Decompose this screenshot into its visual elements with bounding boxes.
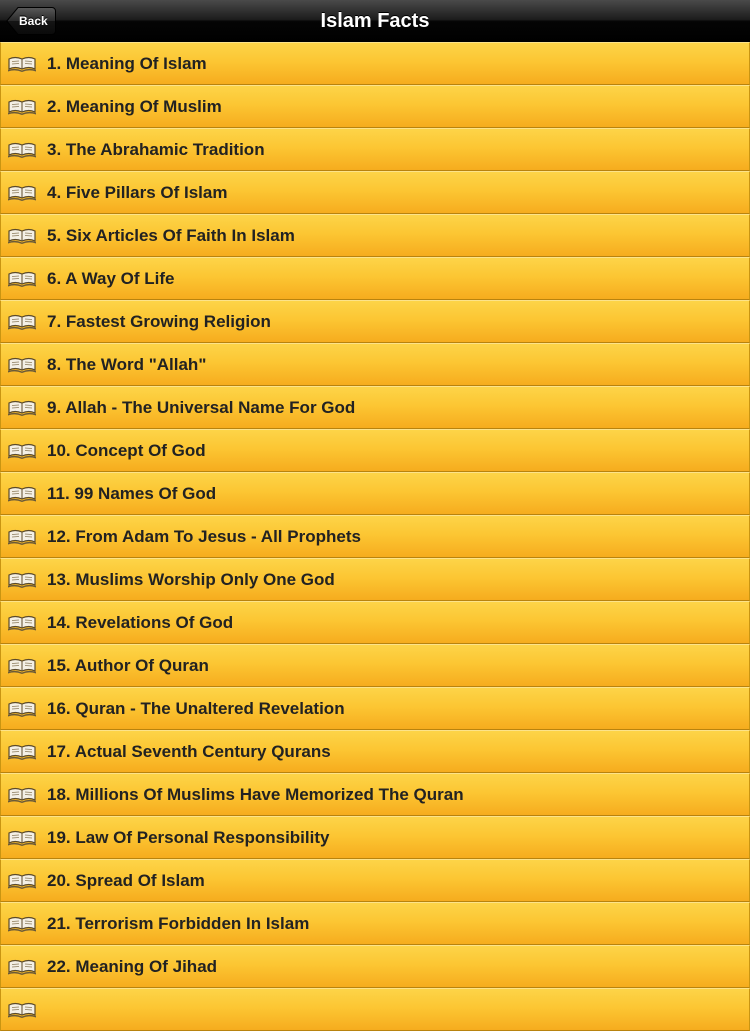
open-book-icon xyxy=(8,56,36,72)
list-item-label: 6. A Way Of Life xyxy=(47,269,175,288)
list-item-label: 7. Fastest Growing Religion xyxy=(47,312,271,331)
open-book-icon xyxy=(8,830,36,846)
open-book-icon xyxy=(8,99,36,115)
open-book-icon xyxy=(8,1002,36,1018)
list-item-13[interactable]: 13. Muslims Worship Only One God xyxy=(0,558,750,601)
list-item-3[interactable]: 3. The Abrahamic Tradition xyxy=(0,128,750,171)
list-item-label: 8. The Word "Allah" xyxy=(47,355,207,374)
list-item-12[interactable]: 12. From Adam To Jesus - All Prophets xyxy=(0,515,750,558)
list-item-1[interactable]: 1. Meaning Of Islam xyxy=(0,42,750,85)
open-book-icon xyxy=(8,615,36,631)
list-item-18[interactable]: 18. Millions Of Muslims Have Memorized T… xyxy=(0,773,750,816)
open-book-icon xyxy=(8,959,36,975)
list-item-21[interactable]: 21. Terrorism Forbidden In Islam xyxy=(0,902,750,945)
open-book-icon xyxy=(8,744,36,760)
list-item-label: 16. Quran - The Unaltered Revelation xyxy=(47,699,345,718)
list-item-11[interactable]: 11. 99 Names Of God xyxy=(0,472,750,515)
open-book-icon xyxy=(8,271,36,287)
list-item-22[interactable]: 22. Meaning Of Jihad xyxy=(0,945,750,988)
list-item-9[interactable]: 9. Allah - The Universal Name For God xyxy=(0,386,750,429)
list-item-8[interactable]: 8. The Word "Allah" xyxy=(0,343,750,386)
open-book-icon xyxy=(8,357,36,373)
list-item-label: 3. The Abrahamic Tradition xyxy=(47,140,265,159)
open-book-icon xyxy=(8,228,36,244)
open-book-icon xyxy=(8,142,36,158)
open-book-icon xyxy=(8,185,36,201)
page-title: Islam Facts xyxy=(320,10,430,32)
open-book-icon xyxy=(8,529,36,545)
list-item-label: 12. From Adam To Jesus - All Prophets xyxy=(47,527,361,546)
facts-list: 1. Meaning Of Islam 2. Meaning Of Muslim… xyxy=(0,42,750,1031)
open-book-icon xyxy=(8,658,36,674)
list-item-label: 11. 99 Names Of God xyxy=(47,484,217,503)
list-item-label: 21. Terrorism Forbidden In Islam xyxy=(47,914,310,933)
list-item-label: 4. Five Pillars Of Islam xyxy=(47,183,228,202)
list-item-label: 17. Actual Seventh Century Qurans xyxy=(47,742,331,761)
navigation-bar: Back Islam Facts xyxy=(0,0,750,42)
list-item-5[interactable]: 5. Six Articles Of Faith In Islam xyxy=(0,214,750,257)
open-book-icon xyxy=(8,443,36,459)
list-item-14[interactable]: 14. Revelations Of God xyxy=(0,601,750,644)
list-item-16[interactable]: 16. Quran - The Unaltered Revelation xyxy=(0,687,750,730)
list-item-19[interactable]: 19. Law Of Personal Responsibility xyxy=(0,816,750,859)
list-item-7[interactable]: 7. Fastest Growing Religion xyxy=(0,300,750,343)
list-item-label: 10. Concept Of God xyxy=(47,441,206,460)
list-item-label: 5. Six Articles Of Faith In Islam xyxy=(47,226,295,245)
list-item-label: 14. Revelations Of God xyxy=(47,613,234,632)
list-item-2[interactable]: 2. Meaning Of Muslim xyxy=(0,85,750,128)
list-item-4[interactable]: 4. Five Pillars Of Islam xyxy=(0,171,750,214)
list-item-label: 13. Muslims Worship Only One God xyxy=(47,570,335,589)
open-book-icon xyxy=(8,701,36,717)
list-item-label: 1. Meaning Of Islam xyxy=(47,54,207,73)
list-item-label: 18. Millions Of Muslims Have Memorized T… xyxy=(47,785,464,804)
list-item-23[interactable] xyxy=(0,988,750,1031)
open-book-icon xyxy=(8,486,36,502)
open-book-icon xyxy=(8,314,36,330)
list-item-label: 20. Spread Of Islam xyxy=(47,871,205,890)
open-book-icon xyxy=(8,572,36,588)
list-item-10[interactable]: 10. Concept Of God xyxy=(0,429,750,472)
open-book-icon xyxy=(8,787,36,803)
list-item-label: 15. Author Of Quran xyxy=(47,656,209,675)
list-item-label: 22. Meaning Of Jihad xyxy=(47,957,218,976)
list-item-17[interactable]: 17. Actual Seventh Century Qurans xyxy=(0,730,750,773)
open-book-icon xyxy=(8,916,36,932)
list-item-20[interactable]: 20. Spread Of Islam xyxy=(0,859,750,902)
list-item-label: 2. Meaning Of Muslim xyxy=(47,97,222,116)
open-book-icon xyxy=(8,873,36,889)
list-item-label: 19. Law Of Personal Responsibility xyxy=(47,828,330,847)
list-item-15[interactable]: 15. Author Of Quran xyxy=(0,644,750,687)
list-item-label: 9. Allah - The Universal Name For God xyxy=(47,398,356,417)
list-item-6[interactable]: 6. A Way Of Life xyxy=(0,257,750,300)
open-book-icon xyxy=(8,400,36,416)
